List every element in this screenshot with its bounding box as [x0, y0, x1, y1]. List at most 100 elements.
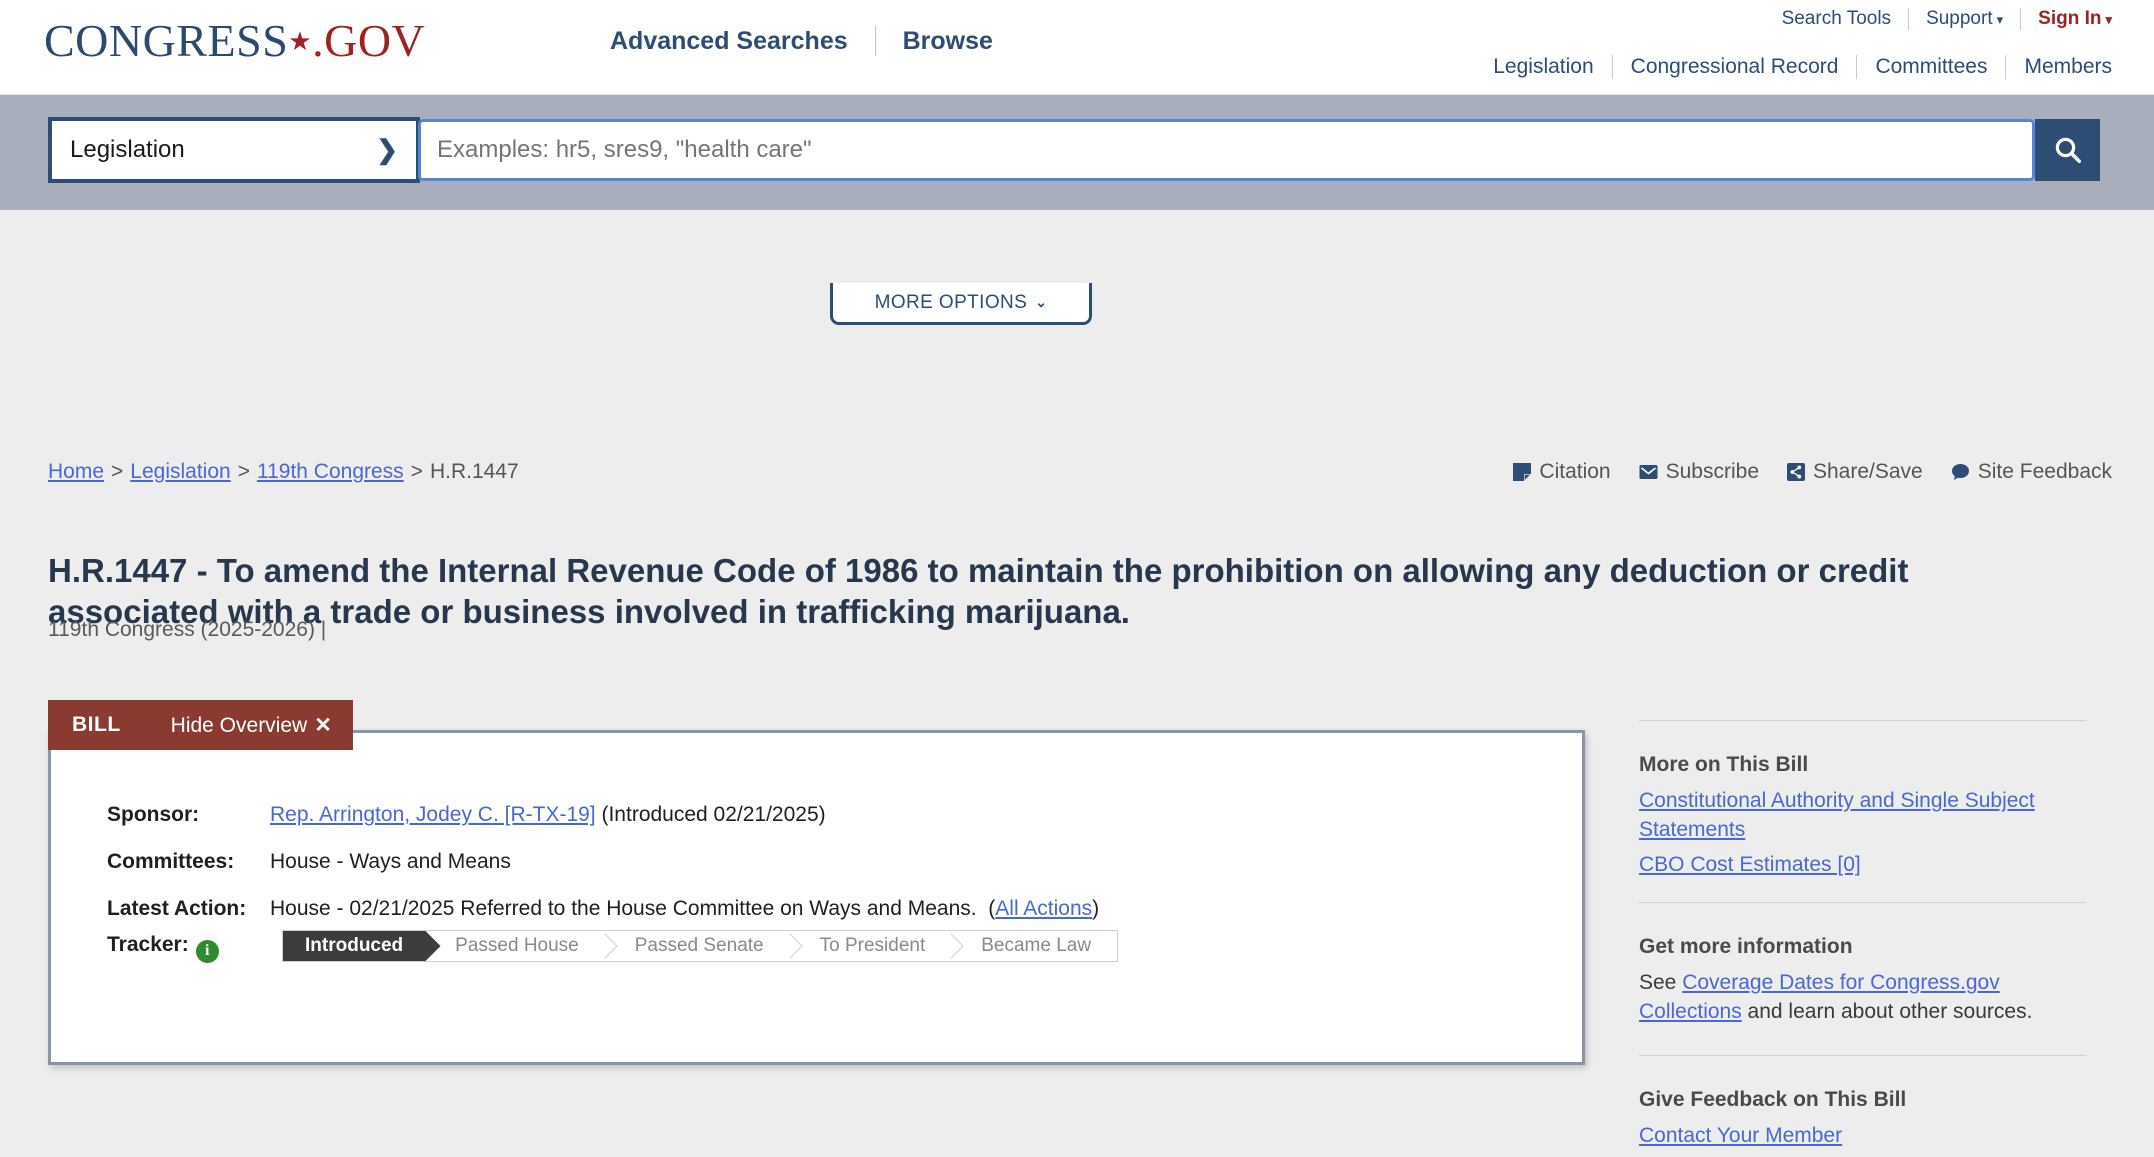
bill-overview-panel: Sponsor: Rep. Arrington, Jodey C. [R-TX-… [48, 730, 1585, 1065]
hide-overview-label: Hide Overview [170, 713, 308, 737]
utility-nav: Search Tools Support ▾ Sign In ▾ [1782, 8, 2112, 30]
breadcrumb-separator: > [237, 460, 250, 483]
comment-icon [1951, 463, 1970, 481]
sidebar-section-give-feedback: Give Feedback on This Bill Contact Your … [1639, 1056, 2086, 1151]
search-scope-value: Legislation [70, 136, 185, 163]
see-suffix: and learn about other sources. [1741, 999, 2033, 1023]
nav-members[interactable]: Members [2024, 55, 2112, 79]
congress-subtitle: 119th Congress (2025-2026) | [48, 618, 327, 641]
latest-action-label: Latest Action: [107, 897, 247, 920]
search-submit-button[interactable] [2035, 119, 2100, 181]
more-options-label: MORE OPTIONS [874, 291, 1028, 313]
committees-label: Committees: [107, 850, 235, 873]
citation-label: Citation [1539, 460, 1611, 483]
all-actions-link[interactable]: All Actions [995, 897, 1092, 920]
breadcrumb-separator: > [410, 460, 423, 483]
contact-your-member-link[interactable]: Contact Your Member [1639, 1122, 2086, 1151]
chevron-down-icon: ⌄ [1035, 294, 1048, 310]
nav-browse[interactable]: Browse [903, 27, 993, 56]
latest-action-value: House - 02/21/2025 Referred to the House… [270, 897, 1099, 921]
tracker-step-passed-senate: Passed Senate [604, 931, 790, 961]
search-bar-region: Legislation ❯ MORE OPTIONS ⌄ [0, 95, 2154, 325]
cbo-cost-estimates-link[interactable]: CBO Cost Estimates [0] [1639, 851, 2086, 880]
see-prefix: See [1639, 970, 1683, 994]
nav-legislation[interactable]: Legislation [1493, 55, 1593, 79]
search-scope-select[interactable]: Legislation ❯ [48, 117, 420, 183]
site-feedback-link[interactable]: Site Feedback [1951, 460, 2112, 484]
latest-action-text: House - 02/21/2025 Referred to the House… [270, 897, 977, 920]
tracker-step-to-president: To President [789, 931, 952, 961]
tracker-step-became-law: Became Law [951, 931, 1118, 961]
breadcrumb-separator: > [111, 460, 124, 483]
utility-divider [1908, 8, 1910, 30]
chevron-down-icon: ❯ [376, 134, 398, 165]
breadcrumb: Home > Legislation >119th Congress > H.R.1447 [48, 460, 519, 484]
hide-overview-button[interactable]: Hide Overview ✕ [171, 713, 332, 738]
breadcrumb-item-current: H.R.1447 [429, 460, 519, 483]
bill-sidebar: More on This Bill Constitutional Authori… [1639, 720, 2086, 1157]
section-divider [1611, 55, 1613, 79]
get-more-information-heading: Get more information [1639, 934, 1853, 958]
tracker-step-passed-house: Passed House [425, 931, 605, 961]
chevron-down-icon: ▾ [2105, 12, 2112, 27]
nav-sign-in-label: Sign In [2038, 8, 2102, 29]
breadcrumb-item-legislation[interactable]: Legislation [130, 460, 230, 483]
nav-search-tools[interactable]: Search Tools [1782, 8, 1892, 30]
section-nav: Legislation Congressional Record Committ… [1493, 55, 2112, 79]
paren-close: ) [1092, 897, 1100, 920]
nav-support-label: Support [1926, 8, 1993, 29]
site-header: CONGRESS★.GOV Advanced Searches Browse S… [0, 0, 2154, 95]
search-icon [2055, 137, 2081, 163]
citation-link[interactable]: Citation [1513, 460, 1611, 484]
nav-congressional-record[interactable]: Congressional Record [1631, 55, 1839, 79]
breadcrumb-item-home[interactable]: Home [48, 460, 104, 483]
page-utility-links: Citation Subscribe Share/Save Site Feedb… [1513, 460, 2112, 484]
chevron-down-icon: ▾ [1996, 12, 2004, 27]
tracker-row: Tracker: i Introduced Passed House Passed… [107, 930, 1119, 963]
logo-text-congress: CONGRESS [44, 15, 289, 66]
sponsor-value: Rep. Arrington, Jodey C. [R-TX-19] (Intr… [270, 803, 826, 827]
section-divider [1856, 55, 1858, 79]
primary-nav: Advanced Searches Browse [610, 26, 993, 56]
sponsor-label: Sponsor: [107, 803, 200, 826]
subscribe-label: Subscribe [1665, 460, 1759, 483]
more-options-button[interactable]: MORE OPTIONS ⌄ [830, 283, 1092, 325]
bill-tab-label: BILL [72, 713, 121, 736]
citation-icon [1513, 463, 1532, 481]
breadcrumb-item-congress[interactable]: 119th Congress [257, 460, 404, 483]
nav-committees[interactable]: Committees [1875, 55, 1987, 79]
tracker-value: Introduced Passed House Passed Senate To… [270, 930, 1119, 962]
bill-progress-tracker: Introduced Passed House Passed Senate To… [282, 930, 1119, 962]
share-save-link[interactable]: Share/Save [1787, 460, 1923, 484]
sidebar-section-more-on-bill: More on This Bill Constitutional Authori… [1639, 721, 2086, 880]
sponsor-row: Sponsor: Rep. Arrington, Jodey C. [R-TX-… [107, 803, 826, 827]
logo-star-icon: ★ [288, 27, 313, 56]
give-feedback-heading: Give Feedback on This Bill [1639, 1087, 1907, 1111]
committees-value: House - Ways and Means [270, 850, 511, 873]
tracker-label-text: Tracker: [107, 933, 189, 956]
subscribe-link[interactable]: Subscribe [1639, 460, 1759, 484]
envelope-icon [1639, 463, 1658, 481]
search-input[interactable] [418, 119, 2035, 181]
section-divider [2005, 55, 2007, 79]
tracker-label: Tracker: i [107, 933, 270, 963]
share-save-label: Share/Save [1813, 460, 1923, 483]
logo-text-gov: .GOV [312, 15, 426, 66]
bill-overview-tab: BILL Hide Overview ✕ [48, 700, 353, 750]
constitutional-authority-link[interactable]: Constitutional Authority and Single Subj… [1639, 787, 2086, 845]
congress-gov-logo[interactable]: CONGRESS★.GOV [44, 14, 425, 67]
info-icon[interactable]: i [195, 939, 219, 963]
nav-divider [874, 26, 876, 56]
share-icon [1787, 463, 1805, 481]
site-feedback-label: Site Feedback [1977, 460, 2112, 483]
sponsor-link[interactable]: Rep. Arrington, Jodey C. [R-TX-19] [270, 803, 596, 826]
nav-support[interactable]: Support ▾ [1926, 8, 2003, 30]
nav-advanced-searches[interactable]: Advanced Searches [610, 27, 848, 56]
committees-row: Committees: House - Ways and Means [107, 850, 511, 874]
tracker-step-introduced: Introduced [283, 931, 426, 961]
nav-sign-in[interactable]: Sign In ▾ [2038, 8, 2112, 30]
get-more-information-text: See Coverage Dates for Congress.gov Coll… [1639, 969, 2086, 1027]
close-icon: ✕ [314, 713, 332, 737]
more-on-bill-heading: More on This Bill [1639, 753, 1809, 776]
sidebar-section-get-more-information: Get more information See Coverage Dates … [1639, 903, 2086, 1027]
